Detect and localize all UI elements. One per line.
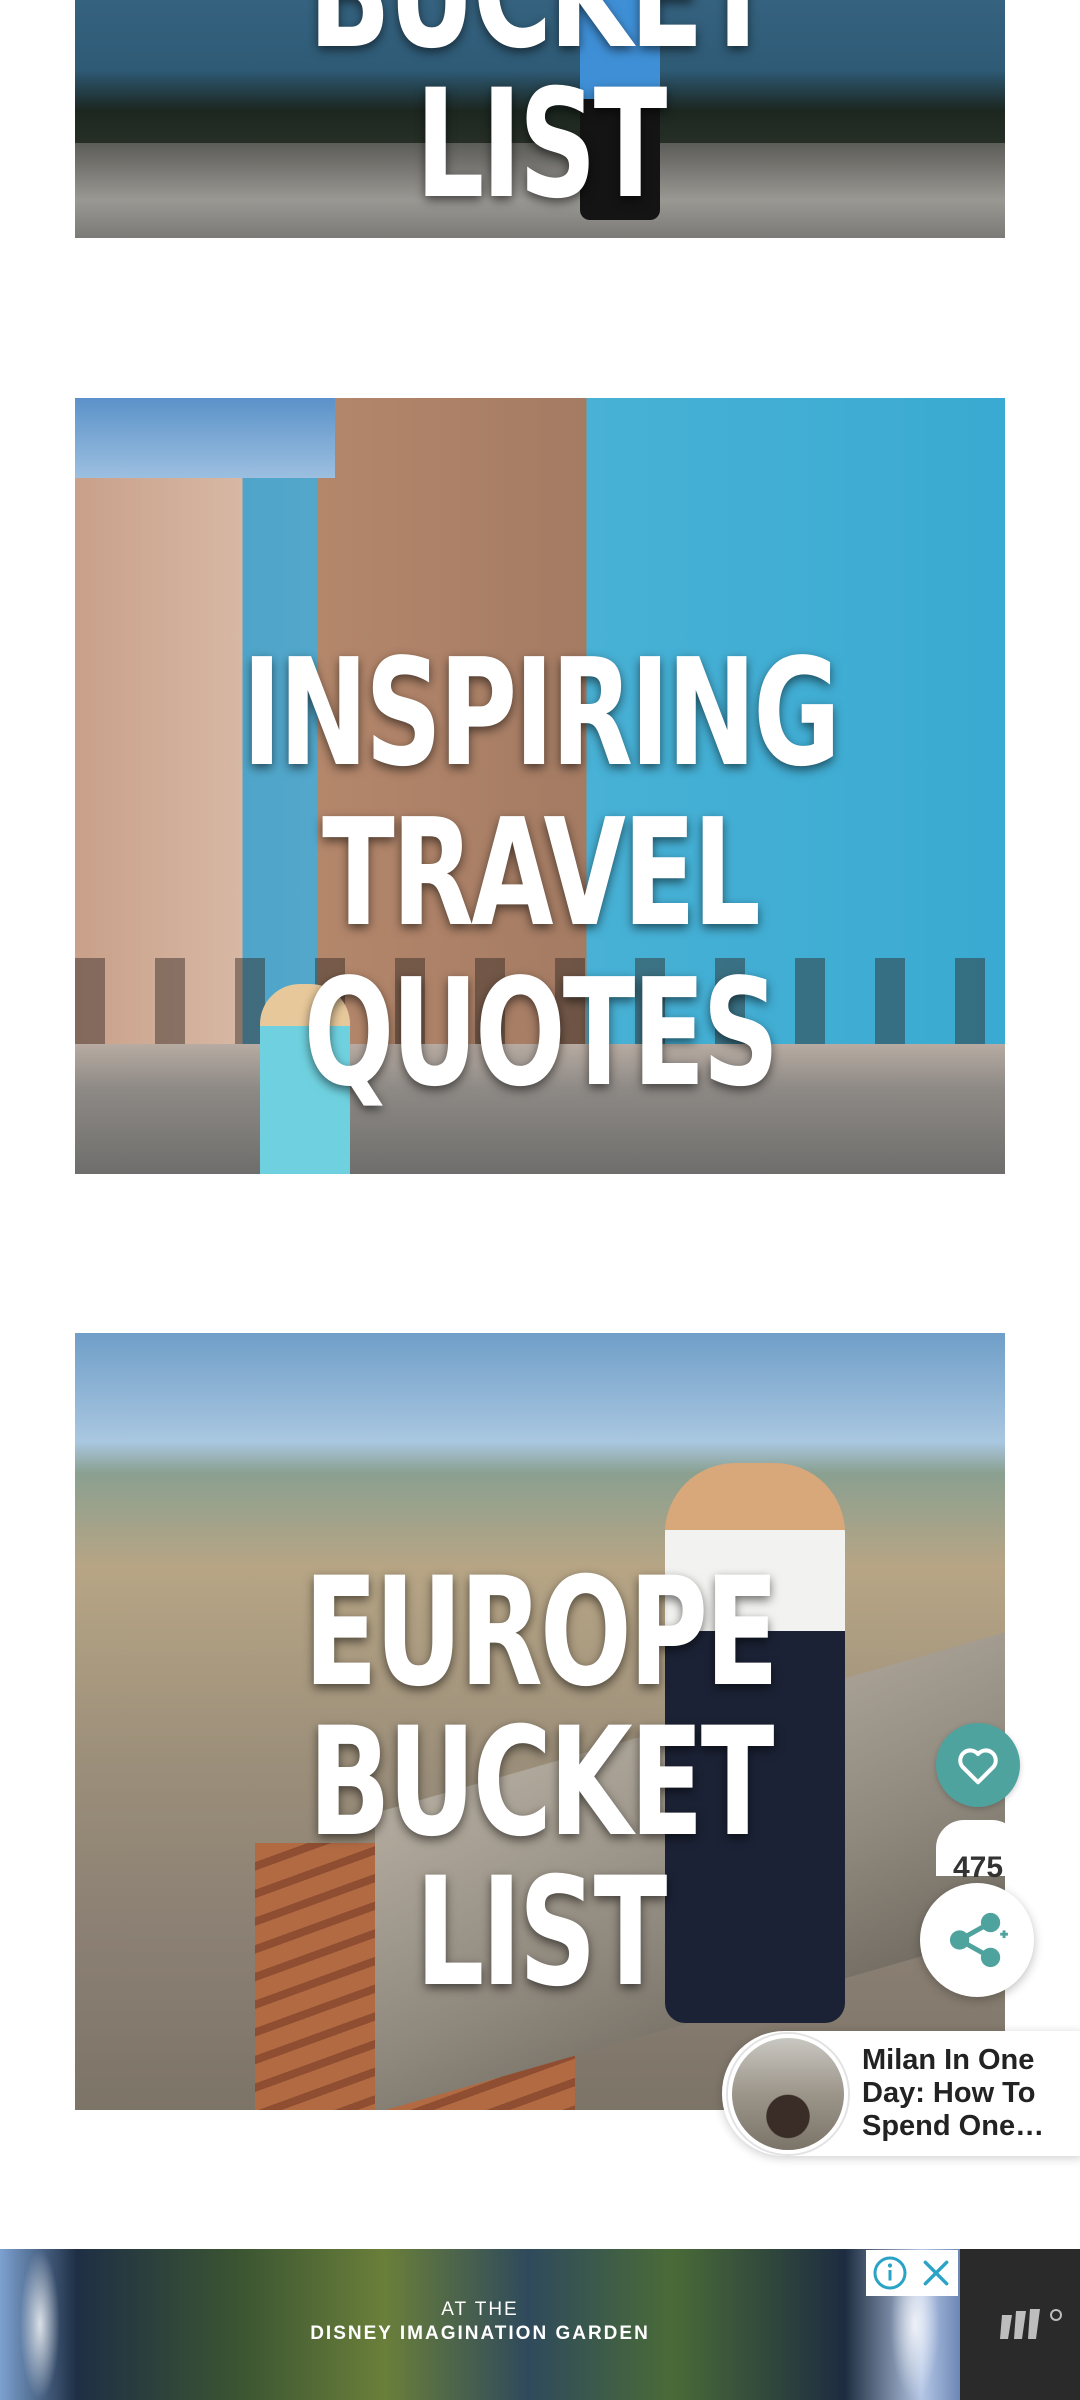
heart-icon [958,1748,998,1785]
related-post-title: Milan In One Day: How To Spend One… [862,2044,1045,2142]
related-post-title-wrap: Milan In One Day: How To Spend One… [862,2044,1072,2143]
ad-text-line-1: AT THE [441,2299,519,2320]
close-icon[interactable] [920,2257,952,2289]
card-title-line-2: TRAVEL QUOTES [303,787,780,1119]
ad-image[interactable]: AT THE DISNEY IMAGINATION GARDEN [0,2249,960,2400]
europe-bucket-list-post-image[interactable]: EUROPE BUCKET LIST [75,1333,1005,2110]
ad-text-line-2: DISNEY IMAGINATION GARDEN [310,2323,650,2344]
card-title: EUROPE BUCKET LIST [205,1558,875,2008]
card-title: INSPIRING TRAVEL QUOTES [205,633,875,1113]
ad-controls [866,2250,958,2296]
card-title: BUCKET LIST [308,0,774,232]
share-count: 475 [936,1820,1020,1884]
sky [75,398,335,478]
travel-quotes-post-image[interactable]: INSPIRING TRAVEL QUOTES [75,398,1005,1174]
share-button[interactable] [920,1883,1034,1997]
like-button[interactable] [936,1723,1020,1807]
related-post-thumbnail [728,2033,848,2154]
info-icon[interactable] [872,2255,908,2291]
card-title-line-1: INSPIRING [242,627,841,799]
related-post-card[interactable]: Milan In One Day: How To Spend One… [722,2031,1080,2156]
share-icon [949,1912,1008,1968]
bucket-list-post-image[interactable]: BUCKET LIST [75,0,1005,238]
mediavine-logo [1000,2309,1062,2339]
card-title-line-1: EUROPE BUCKET [303,1546,779,1870]
card-title-line-2: LIST [415,1846,668,2020]
